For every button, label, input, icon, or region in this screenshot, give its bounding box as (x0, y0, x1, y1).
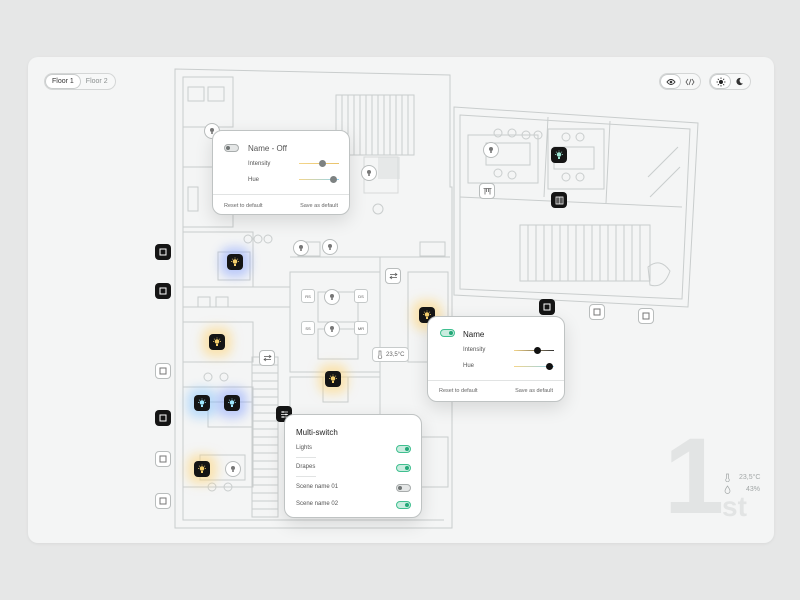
light-power-toggle[interactable] (224, 144, 239, 152)
light-bulb-icon[interactable] (324, 321, 340, 337)
multi-switch-panel: Multi-switch Lights Drapes Scene name 01… (284, 414, 422, 518)
sun-icon[interactable] (711, 75, 730, 88)
room-pad[interactable]: RS (301, 289, 315, 303)
save-as-default-button[interactable]: Save as default (300, 203, 338, 209)
moon-icon[interactable] (730, 75, 749, 88)
drapes-toggle[interactable] (396, 464, 411, 472)
floor-suffix: st (722, 491, 747, 522)
light-bulb-icon[interactable] (209, 334, 225, 350)
tab-floor-1[interactable]: Floor 1 (46, 75, 80, 88)
intensity-label: Intensity (463, 347, 486, 353)
reset-to-default-button[interactable]: Reset to default (224, 203, 263, 209)
wall-switch-icon[interactable] (539, 299, 555, 315)
light-bulb-icon[interactable] (361, 165, 377, 181)
light-settings-panel-on: Name Intensity Hue Reset to default Save… (427, 316, 565, 402)
light-bulb-icon[interactable] (325, 371, 341, 387)
thermostat-chip[interactable]: 23,5°C (372, 347, 410, 362)
intensity-label: Intensity (248, 161, 271, 167)
light-settings-panel-off: Name - Off Intensity Hue Reset to defaul… (212, 130, 350, 215)
floor-number: 1 (664, 415, 725, 536)
intensity-slider-handle[interactable] (533, 347, 541, 354)
floor-temperature: 23,5°C (739, 474, 761, 481)
code-icon[interactable] (680, 75, 699, 88)
light-power-toggle[interactable] (440, 329, 455, 337)
light-bulb-icon[interactable] (293, 240, 309, 256)
room-pad[interactable]: SS (301, 321, 315, 335)
light-bulb-icon[interactable] (194, 395, 210, 411)
light-name: Name (463, 330, 485, 339)
light-bulb-icon[interactable] (224, 395, 240, 411)
multi-switch-item-label: Scene name 02 (296, 501, 339, 507)
light-name-state: Name - Off (248, 144, 287, 153)
light-bulb-icon[interactable] (194, 461, 210, 477)
lights-toggle[interactable] (396, 445, 411, 453)
light-bulb-icon[interactable] (324, 289, 340, 305)
floor-humidity: 43% (746, 486, 761, 493)
item-divider (296, 476, 316, 477)
panel-divider (213, 194, 349, 195)
wall-switch-icon[interactable] (155, 410, 171, 426)
wall-switch-icon[interactable] (155, 451, 171, 467)
wall-switch-icon[interactable] (589, 304, 605, 320)
switch-arrows-icon[interactable] (259, 350, 275, 366)
theme-toggle (709, 73, 751, 90)
room-pad[interactable]: DS (354, 289, 368, 303)
light-bulb-icon[interactable] (551, 147, 567, 163)
switch-arrows-icon[interactable] (385, 268, 401, 284)
thermostat-reading: 23,5°C (386, 351, 405, 358)
view-mode-toggle (659, 73, 701, 90)
light-bulb-icon[interactable] (322, 239, 338, 255)
wall-switch-icon[interactable] (155, 244, 171, 260)
table-icon[interactable] (479, 183, 495, 199)
multi-switch-item-label: Lights (296, 445, 313, 451)
multi-switch-item-label: Drapes (296, 464, 316, 470)
hue-slider-handle[interactable] (545, 363, 553, 370)
multi-switch-title: Multi-switch (296, 428, 338, 437)
floor-switch: Floor 1 Floor 2 (44, 73, 116, 90)
light-bulb-icon[interactable] (483, 142, 499, 158)
thermometer-icon (725, 473, 730, 482)
panel-divider (428, 380, 564, 381)
humidity-icon (724, 485, 731, 494)
scene-01-toggle[interactable] (396, 484, 411, 492)
room-pad[interactable]: MR (354, 321, 368, 335)
radiator-icon[interactable] (551, 192, 567, 208)
scene-02-toggle[interactable] (396, 501, 411, 509)
wall-switch-icon[interactable] (155, 283, 171, 299)
save-as-default-button[interactable]: Save as default (515, 388, 553, 394)
multi-switch-item-label: Scene name 01 (296, 484, 339, 490)
reset-to-default-button[interactable]: Reset to default (439, 388, 478, 394)
wall-switch-icon[interactable] (155, 363, 171, 379)
hue-label: Hue (463, 363, 475, 369)
floor-plan-card: Floor 1 Floor 2 RS DS SS MR 23,5°C Name … (28, 57, 774, 543)
thermometer-icon (377, 350, 383, 359)
wall-switch-icon[interactable] (155, 493, 171, 509)
wall-switch-icon[interactable] (638, 308, 654, 324)
light-bulb-icon[interactable] (227, 254, 243, 270)
hue-label: Hue (248, 177, 260, 183)
hue-slider-handle[interactable] (329, 176, 337, 183)
eye-icon[interactable] (661, 75, 680, 88)
light-bulb-icon[interactable] (225, 461, 241, 477)
tab-floor-2[interactable]: Floor 2 (80, 75, 114, 88)
intensity-slider-handle[interactable] (318, 160, 326, 167)
item-divider (296, 457, 316, 458)
